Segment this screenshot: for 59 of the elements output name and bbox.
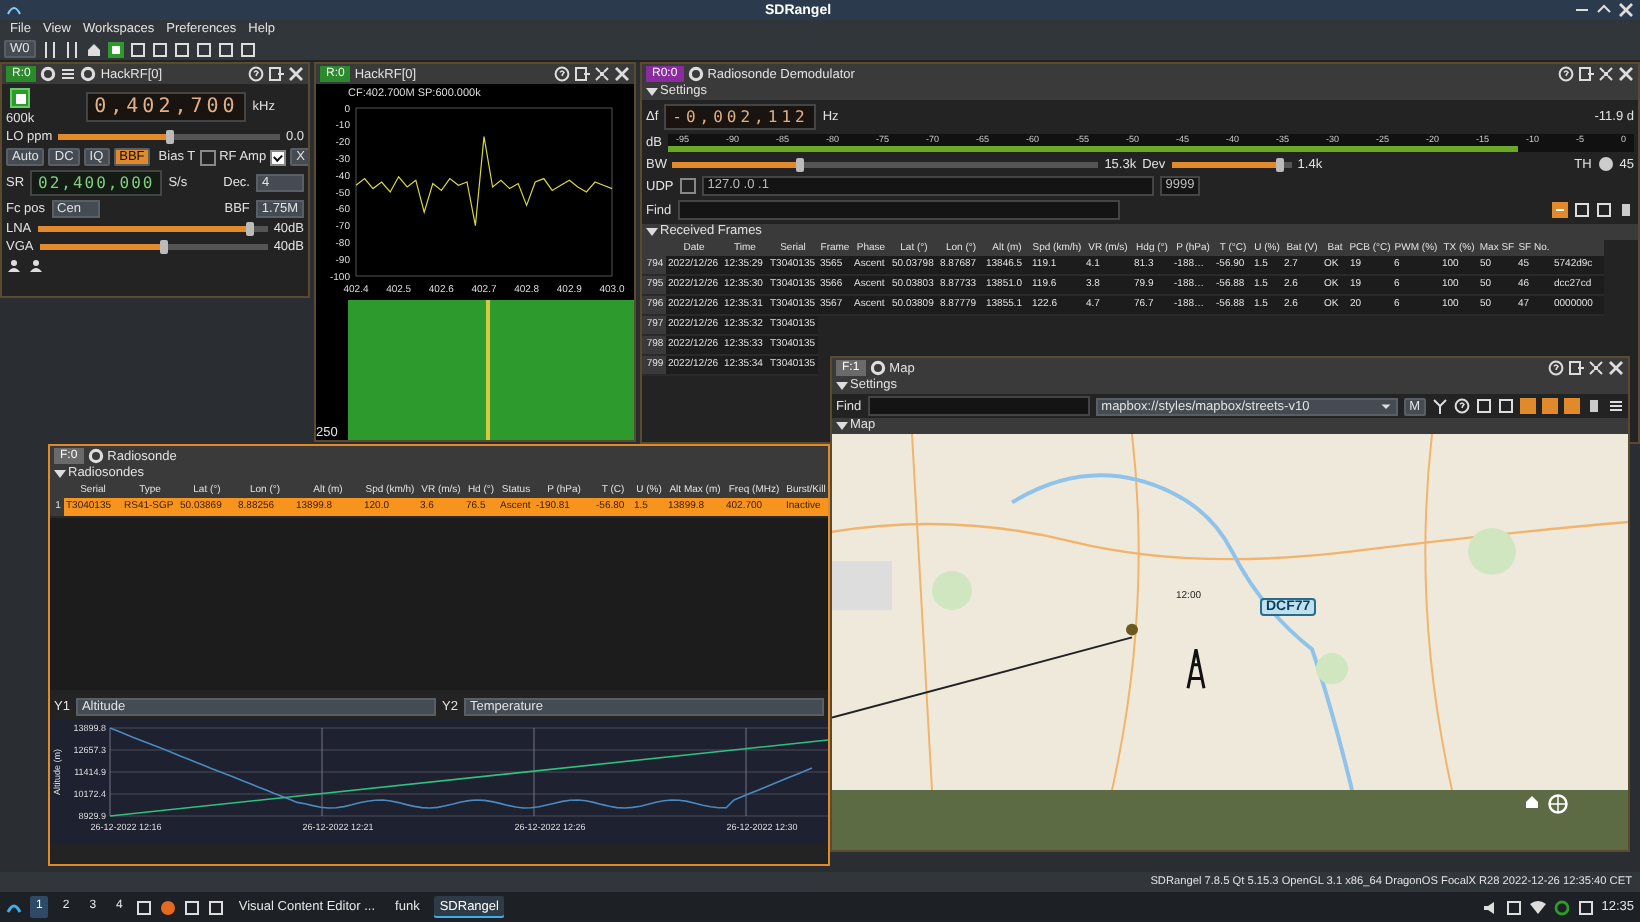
antenna-icon[interactable] — [1432, 398, 1448, 414]
expand-arrow-icon[interactable] — [54, 468, 66, 480]
sample-rate-display: 02,400,000 — [30, 170, 163, 196]
slider-handle[interactable] — [165, 130, 174, 144]
frequency-display: 0,402,700 — [86, 92, 247, 122]
menu-icon[interactable] — [60, 66, 77, 82]
slider-handle[interactable] — [245, 222, 254, 236]
close-icon[interactable] — [1618, 2, 1634, 18]
maximize-icon[interactable] — [1596, 2, 1612, 18]
slider-handle[interactable] — [1275, 157, 1284, 171]
close-icon[interactable] — [288, 66, 304, 82]
sliders-icon[interactable] — [41, 41, 58, 57]
expand-icon[interactable] — [594, 66, 610, 82]
close-icon[interactable] — [614, 66, 630, 82]
start-button[interactable] — [10, 88, 31, 108]
settings-icon[interactable] — [869, 360, 886, 376]
caret-icon — [1379, 400, 1392, 412]
person-icon[interactable] — [6, 258, 22, 274]
dock-icon[interactable] — [268, 66, 284, 82]
find-field[interactable] — [677, 200, 1120, 220]
settings-icon[interactable] — [687, 66, 704, 82]
knob-icon[interactable] — [1597, 156, 1614, 172]
checkbox[interactable] — [270, 149, 287, 165]
stop-icon[interactable] — [107, 41, 124, 57]
home-icon[interactable] — [1524, 794, 1540, 810]
find-field[interactable] — [867, 396, 1090, 416]
checkbox[interactable] — [679, 178, 696, 194]
dock-icon[interactable] — [1568, 360, 1584, 376]
menu-icon[interactable] — [1608, 398, 1624, 414]
help-icon[interactable] — [1548, 360, 1564, 376]
network-icon[interactable] — [1529, 899, 1546, 915]
close-icon[interactable] — [1618, 66, 1634, 82]
dock-icon[interactable] — [574, 66, 590, 82]
slider-handle[interactable] — [796, 157, 805, 171]
settings-icon[interactable] — [40, 66, 57, 82]
checkbox[interactable] — [199, 149, 216, 165]
help-icon[interactable] — [1558, 66, 1574, 82]
expand-arrow-icon[interactable] — [836, 380, 848, 392]
expand-icon[interactable] — [1598, 66, 1614, 82]
slider-handle[interactable] — [160, 240, 169, 254]
volume-icon[interactable] — [1481, 899, 1498, 915]
expand-icon[interactable] — [1588, 360, 1604, 376]
expand-arrow-icon[interactable] — [646, 226, 658, 238]
app-icon — [6, 2, 22, 18]
person-icon[interactable] — [28, 258, 44, 274]
settings-icon[interactable] — [87, 448, 104, 464]
circle-icon[interactable] — [80, 66, 97, 82]
expand-arrow-icon[interactable] — [646, 86, 658, 98]
home-icon[interactable] — [85, 41, 102, 57]
dock-icon[interactable] — [1578, 66, 1594, 82]
close-icon[interactable] — [1608, 360, 1624, 376]
globe-icon[interactable] — [1548, 794, 1568, 814]
browser-icon[interactable] — [160, 899, 177, 915]
help-icon[interactable] — [554, 66, 570, 82]
offset-display: -0,002,112 — [664, 104, 817, 130]
sliders-icon[interactable] — [63, 41, 80, 57]
start-menu-icon[interactable] — [6, 899, 22, 915]
expand-arrow-icon[interactable] — [836, 420, 848, 432]
help-icon[interactable] — [248, 66, 264, 82]
